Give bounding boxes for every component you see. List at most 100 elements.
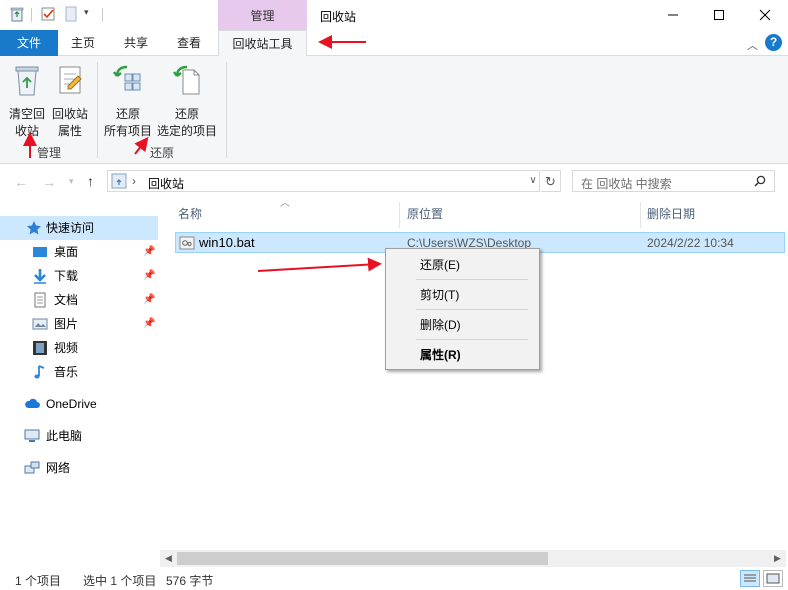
minimize-button[interactable] xyxy=(650,0,696,30)
restore-all-label-2: 所有项目 xyxy=(103,124,152,138)
status-selected-count: 选中 1 个项目 xyxy=(83,574,157,588)
nav-item-pictures[interactable]: 图片 📌 xyxy=(0,312,158,336)
menu-separator xyxy=(416,339,528,340)
ribbon-group-separator xyxy=(97,62,98,158)
menu-item-cut[interactable]: 剪切(T) xyxy=(388,282,537,308)
empty-bin-label-1: 清空回 xyxy=(8,107,45,121)
pin-icon[interactable]: 📌 xyxy=(143,288,155,312)
forward-arrow-icon[interactable]: → xyxy=(42,174,56,190)
address-bar[interactable]: › 回收站 xyxy=(107,170,540,192)
address-dropdown-icon[interactable]: ∨ xyxy=(525,170,541,192)
refresh-button[interactable]: ↻ xyxy=(541,170,561,192)
nav-item-desktop[interactable]: 桌面 📌 xyxy=(0,240,158,264)
recycle-bin-properties-button[interactable]: 回收站 属性 xyxy=(50,60,90,140)
scroll-right-icon[interactable]: ▶ xyxy=(769,550,786,567)
quick-access-separator xyxy=(31,8,32,22)
documents-icon xyxy=(34,292,46,308)
empty-bin-label-2: 收站 xyxy=(14,124,39,138)
scroll-left-icon[interactable]: ◀ xyxy=(160,550,177,567)
tab-recycle-bin-tools[interactable]: 回收站工具 xyxy=(218,30,307,57)
quick-access-dropdown[interactable]: ▾ xyxy=(84,7,89,18)
quick-access-separator xyxy=(102,8,103,22)
details-view-icon xyxy=(744,574,756,582)
pin-icon[interactable]: 📌 xyxy=(143,312,155,336)
maximize-button[interactable] xyxy=(696,0,742,30)
large-icons-view-button[interactable] xyxy=(763,570,783,587)
tab-home[interactable]: 主页 xyxy=(64,30,102,56)
nav-quick-access[interactable]: 快速访问 xyxy=(0,216,158,240)
nav-label: 图片 xyxy=(54,317,79,331)
status-item-count: 1 个项目 xyxy=(15,574,62,588)
refresh-icon: ↻ xyxy=(545,174,556,189)
properties-label-2: 属性 xyxy=(57,124,82,138)
pin-icon[interactable]: 📌 xyxy=(143,264,155,288)
file-date-deleted: 2024/2/22 10:34 xyxy=(647,236,734,250)
column-separator xyxy=(640,202,641,228)
horizontal-scrollbar[interactable]: ◀ ▶ xyxy=(160,550,786,567)
menu-separator xyxy=(416,279,528,280)
new-folder-quick-icon[interactable] xyxy=(63,6,79,22)
back-arrow-icon[interactable]: ← xyxy=(14,174,28,190)
group-label-restore: 还原 xyxy=(150,146,175,160)
column-header-original-location[interactable]: 原位置 xyxy=(407,202,443,226)
nav-label: 音乐 xyxy=(54,365,79,379)
nav-item-network[interactable]: 网络 xyxy=(0,456,158,480)
nav-item-videos[interactable]: 视频 xyxy=(0,336,158,360)
nav-label: 文档 xyxy=(54,293,79,307)
close-icon xyxy=(759,9,771,21)
recent-locations-chevron-icon[interactable]: ▾ xyxy=(69,176,74,187)
menu-item-restore[interactable]: 还原(E) xyxy=(388,252,537,278)
restore-selected-button[interactable]: 还原 选定的项目 xyxy=(155,60,219,140)
pin-icon[interactable]: 📌 xyxy=(143,240,155,264)
menu-item-delete[interactable]: 删除(D) xyxy=(388,312,537,338)
help-button[interactable]: ? xyxy=(765,34,782,51)
column-header-name[interactable]: 名称 xyxy=(178,202,202,226)
breadcrumb-recycle-bin[interactable]: 回收站 xyxy=(148,175,184,192)
window-title: 回收站 xyxy=(320,10,357,24)
nav-label: 视频 xyxy=(54,341,79,355)
restore-selected-icon xyxy=(173,65,200,95)
up-arrow-icon[interactable]: ↑ xyxy=(87,173,94,189)
nav-label: OneDrive xyxy=(46,397,97,411)
ribbon-tabs: 文件 主页 共享 查看 回收站工具 ︿ ? xyxy=(0,30,788,57)
search-icon xyxy=(754,175,766,187)
properties-quick-icon[interactable] xyxy=(40,6,56,22)
empty-recycle-bin-button[interactable]: 清空回 收站 xyxy=(6,60,48,140)
sort-ascending-icon: ︿ xyxy=(280,198,290,209)
batch-file-icon xyxy=(179,236,195,250)
close-button[interactable] xyxy=(742,0,788,30)
large-icons-view-icon xyxy=(766,573,780,584)
collapse-ribbon-icon[interactable]: ︿ xyxy=(747,37,758,53)
nav-item-onedrive[interactable]: OneDrive xyxy=(0,392,158,416)
restore-all-button[interactable]: 还原 所有项目 xyxy=(102,60,154,140)
maximize-icon xyxy=(714,10,724,20)
computer-icon xyxy=(24,429,40,442)
cloud-icon xyxy=(25,398,40,408)
empty-recycle-bin-icon xyxy=(15,66,39,96)
nav-label: 桌面 xyxy=(54,245,79,259)
menu-separator xyxy=(416,309,528,310)
menu-item-properties[interactable]: 属性(R) xyxy=(388,342,537,368)
recycle-bin-icon xyxy=(111,173,127,189)
restore-all-label-1: 还原 xyxy=(115,107,140,121)
scrollbar-thumb[interactable] xyxy=(177,552,548,565)
pictures-icon xyxy=(32,318,48,330)
tab-file[interactable]: 文件 xyxy=(0,30,58,56)
nav-item-music[interactable]: 音乐 xyxy=(0,360,158,384)
tab-share[interactable]: 共享 xyxy=(117,30,155,56)
search-input[interactable]: 在 回收站 中搜索 xyxy=(572,170,775,192)
nav-item-downloads[interactable]: 下载 📌 xyxy=(0,264,158,288)
status-selected-size: 576 字节 xyxy=(166,574,214,588)
properties-icon xyxy=(59,66,82,94)
restore-selected-label-1: 还原 xyxy=(174,107,199,121)
nav-item-documents[interactable]: 文档 📌 xyxy=(0,288,158,312)
tab-view[interactable]: 查看 xyxy=(170,30,208,56)
star-icon xyxy=(27,221,41,235)
music-icon xyxy=(34,365,45,379)
videos-icon xyxy=(33,341,47,355)
recycle-bin-icon xyxy=(10,7,24,22)
details-view-button[interactable] xyxy=(740,570,760,587)
column-header-date-deleted[interactable]: 删除日期 xyxy=(647,202,695,226)
nav-item-this-pc[interactable]: 此电脑 xyxy=(0,424,158,448)
annotation-arrow xyxy=(257,257,382,272)
